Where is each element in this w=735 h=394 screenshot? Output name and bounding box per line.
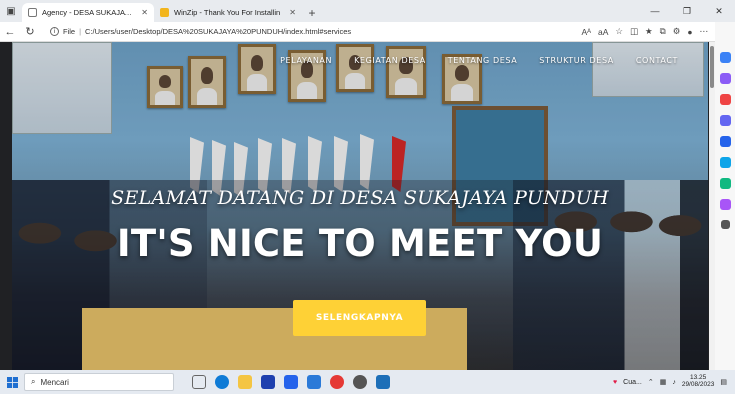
read-aloud-icon[interactable]: Aᴬ: [581, 27, 591, 37]
games-icon[interactable]: [719, 115, 731, 126]
tab-title: WinZip - Thank You For Installin: [174, 8, 281, 17]
more-icon[interactable]: ⋯: [700, 26, 709, 37]
selengkapnya-button[interactable]: SELENGKAPNYA: [293, 300, 426, 336]
minimize-button[interactable]: —: [639, 0, 671, 22]
taskbar-search[interactable]: ⌕ Mencari: [24, 373, 174, 391]
profile-icon[interactable]: ●: [687, 27, 692, 37]
tools-icon[interactable]: [719, 94, 731, 105]
divider: |: [79, 27, 82, 36]
vscode-icon[interactable]: [307, 375, 321, 389]
hero-heading: IT'S NICE TO MEET YOU: [116, 222, 604, 265]
scheme-label: File: [63, 27, 76, 36]
weather-icon[interactable]: ♥: [613, 379, 617, 386]
page-icon: [28, 8, 37, 17]
new-tab-button[interactable]: +: [302, 3, 322, 22]
collections-icon[interactable]: ⧉: [660, 26, 666, 37]
address-bar[interactable]: i File | C:/Users/user/Desktop/DESA%20SU…: [50, 24, 581, 40]
close-tab-icon[interactable]: ✕: [289, 8, 296, 17]
hero-section: PELAYANAN KEGIATAN DESA TENTANG DESA STR…: [12, 42, 708, 370]
outlook-icon[interactable]: [719, 157, 731, 168]
edge-icon[interactable]: [215, 375, 229, 389]
nav-link-pelayanan[interactable]: PELAYANAN: [280, 56, 332, 65]
task-view-icon[interactable]: [192, 375, 206, 389]
close-window-button[interactable]: ✕: [703, 0, 735, 22]
volume-icon[interactable]: ♪: [672, 379, 676, 386]
url-text[interactable]: C:/Users/user/Desktop/DESA%20SUKAJAYA%20…: [85, 27, 351, 36]
shopping-icon[interactable]: [719, 73, 731, 84]
clock[interactable]: 13.25 29/08/2023: [681, 374, 715, 389]
office-icon[interactable]: [719, 136, 731, 147]
winzip-icon: [160, 8, 169, 17]
start-button[interactable]: [0, 376, 24, 388]
notification-icon[interactable]: ▤: [720, 378, 727, 386]
extensions-icon[interactable]: ⚙: [673, 26, 681, 37]
nav-link-contact[interactable]: CONTACT: [636, 56, 678, 65]
translate-icon[interactable]: aA: [598, 27, 608, 37]
refresh-button[interactable]: ↻: [20, 25, 40, 38]
add-icon[interactable]: [720, 220, 730, 229]
favorite-star-icon[interactable]: ☆: [615, 26, 623, 37]
site-nav: PELAYANAN KEGIATAN DESA TENTANG DESA STR…: [280, 56, 678, 65]
tab-winzip[interactable]: WinZip - Thank You For Installin ✕: [154, 3, 302, 22]
favorites-icon[interactable]: ★: [645, 26, 653, 37]
close-tab-icon[interactable]: ✕: [141, 8, 148, 17]
search-icon[interactable]: [719, 52, 731, 63]
settings-icon[interactable]: [353, 375, 367, 389]
scrollbar-thumb[interactable]: [710, 46, 714, 88]
hero-subheading: SELAMAT DATANG DI DESA SUKAJAYA PUNDUH: [111, 187, 609, 209]
taskbar-apps: [192, 375, 390, 389]
back-button[interactable]: ←: [0, 26, 20, 38]
weather-label[interactable]: Cua...: [623, 379, 642, 386]
tab-title: Agency - DESA SUKAJAYA PUNDU: [42, 8, 136, 17]
tab-actions-icon[interactable]: ▣: [0, 0, 22, 22]
chrome-icon[interactable]: [330, 375, 344, 389]
system-tray: ♥ Cua... ⌃ ▦ ♪ 13.25 29/08/2023 ▤: [613, 374, 735, 389]
store-icon[interactable]: [261, 375, 275, 389]
mail-icon[interactable]: [284, 375, 298, 389]
nav-link-struktur-desa[interactable]: STRUKTUR DESA: [539, 56, 614, 65]
windows-taskbar: ⌕ Mencari ♥ Cua... ⌃ ▦ ♪ 13.25 29/08/202…: [0, 370, 735, 394]
tab-agency[interactable]: Agency - DESA SUKAJAYA PUNDU ✕: [22, 3, 154, 22]
chevron-up-icon[interactable]: ⌃: [648, 378, 654, 386]
photos-icon[interactable]: [376, 375, 390, 389]
windows-icon: [6, 376, 18, 388]
search-icon: ⌕: [31, 377, 36, 386]
file-explorer-icon[interactable]: [238, 375, 252, 389]
nav-link-kegiatan-desa[interactable]: KEGIATAN DESA: [354, 56, 426, 65]
nav-link-tentang-desa[interactable]: TENTANG DESA: [448, 56, 518, 65]
browser-toolbar: ← ↻ i File | C:/Users/user/Desktop/DESA%…: [0, 22, 735, 42]
edge-sidebar: [715, 22, 735, 370]
clock-date: 29/08/2023: [681, 381, 715, 388]
maximize-button[interactable]: ❐: [671, 0, 703, 22]
info-icon[interactable]: i: [50, 27, 59, 36]
drop-icon[interactable]: [719, 178, 731, 189]
toolbar-actions: Aᴬ aA ☆ ◫ ★ ⧉ ⚙ ● ⋯ b: [581, 24, 735, 39]
split-screen-icon[interactable]: ◫: [630, 26, 638, 37]
network-icon[interactable]: ▦: [660, 378, 667, 386]
search-placeholder: Mencari: [40, 377, 69, 387]
designer-icon[interactable]: [719, 199, 731, 210]
window-controls: — ❐ ✕: [639, 0, 735, 22]
browser-tab-strip: ▣ Agency - DESA SUKAJAYA PUNDU ✕ WinZip …: [0, 0, 735, 22]
